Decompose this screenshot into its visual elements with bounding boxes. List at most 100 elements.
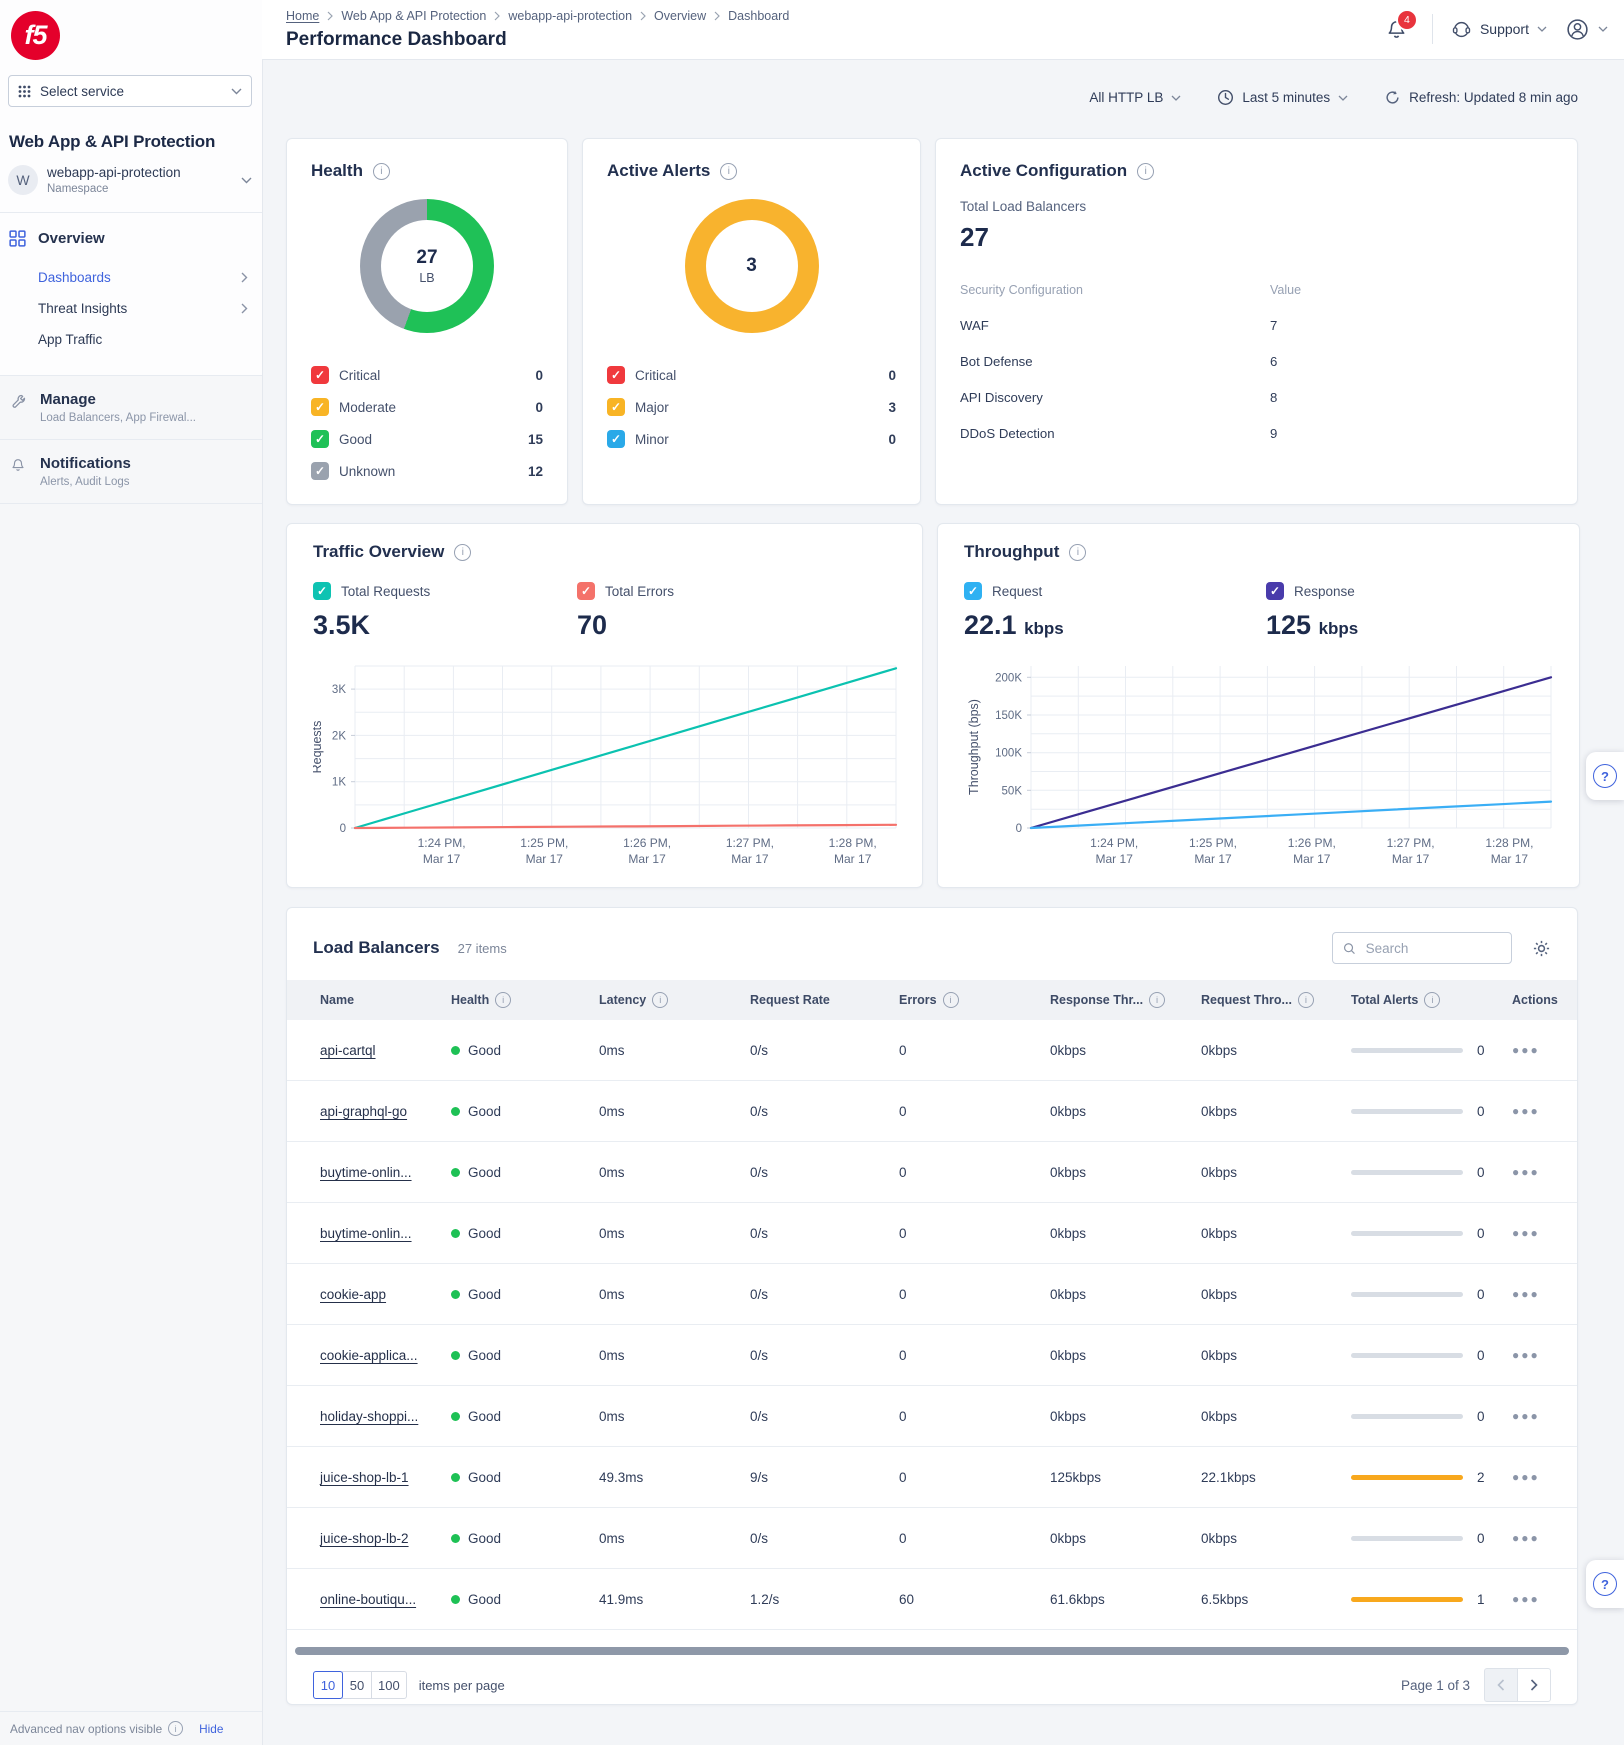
legend-checkbox[interactable]: ✓	[607, 398, 625, 416]
lb-name-link[interactable]: buytime-onlin...	[320, 1226, 412, 1241]
row-actions-button[interactable]: ●●●	[1512, 1531, 1596, 1545]
breadcrumb-item[interactable]: webapp-api-protection	[508, 9, 632, 23]
column-header-name[interactable]: Name	[320, 993, 451, 1007]
sidebar-item-notifications[interactable]: Notifications Alerts, Audit Logs	[0, 440, 262, 504]
legend-checkbox[interactable]: ✓	[607, 366, 625, 384]
row-actions-button[interactable]: ●●●	[1512, 1104, 1596, 1118]
lb-name-link[interactable]: cookie-applica...	[320, 1348, 418, 1363]
next-page-button[interactable]	[1517, 1668, 1551, 1702]
legend-checkbox[interactable]: ✓	[607, 430, 625, 448]
breadcrumb-item[interactable]: Dashboard	[728, 9, 789, 23]
search-input[interactable]	[1364, 940, 1501, 957]
column-header-total-alerts[interactable]: Total Alertsi	[1351, 992, 1512, 1008]
info-icon[interactable]: i	[652, 992, 668, 1008]
info-icon[interactable]: i	[1149, 992, 1165, 1008]
app-root: f5 Select service Web App & API Protecti…	[0, 0, 1624, 1745]
svg-text:Mar 17: Mar 17	[731, 852, 769, 866]
sidebar-item-threat-insights[interactable]: Threat Insights	[0, 293, 262, 324]
page-size-10-button[interactable]: 10	[313, 1671, 343, 1699]
svg-text:Mar 17: Mar 17	[1096, 852, 1134, 866]
lb-filter-dropdown[interactable]: All HTTP LB	[1089, 90, 1181, 105]
legend-checkbox[interactable]: ✓	[311, 462, 329, 480]
series-checkbox[interactable]: ✓	[313, 582, 331, 600]
help-button[interactable]: ?	[1586, 1560, 1624, 1608]
chevron-right-icon	[494, 11, 500, 21]
series-checkbox[interactable]: ✓	[964, 582, 982, 600]
response-throughput-cell: 0kbps	[1050, 1287, 1201, 1302]
sidebar-item-app-traffic[interactable]: App Traffic	[0, 324, 262, 355]
info-icon[interactable]: i	[1069, 544, 1086, 561]
info-icon[interactable]: i	[454, 544, 471, 561]
hide-nav-link[interactable]: Hide	[199, 1722, 223, 1736]
help-button[interactable]: ?	[1586, 752, 1624, 800]
config-col-header: Value	[1270, 283, 1301, 297]
config-value: 9	[1270, 426, 1277, 441]
f5-logo[interactable]: f5	[11, 11, 60, 60]
table-row: api-cartqlGood0ms0/s00kbps0kbps0●●●	[287, 1020, 1577, 1081]
health-cell: Good	[451, 1470, 599, 1485]
refresh-button[interactable]: Refresh: Updated 8 min ago	[1384, 89, 1578, 106]
row-actions-button[interactable]: ●●●	[1512, 1165, 1596, 1179]
legend-item: ✓Critical0	[607, 359, 896, 391]
breadcrumb-home[interactable]: Home	[286, 9, 319, 23]
response-throughput-cell: 0kbps	[1050, 1409, 1201, 1424]
row-actions-button[interactable]: ●●●	[1512, 1409, 1596, 1423]
row-actions-button[interactable]: ●●●	[1512, 1470, 1596, 1484]
column-header-health[interactable]: Healthi	[451, 992, 599, 1008]
info-icon[interactable]: i	[1424, 992, 1440, 1008]
info-icon[interactable]: i	[1137, 163, 1154, 180]
page-size-100-button[interactable]: 100	[371, 1671, 407, 1699]
legend-checkbox[interactable]: ✓	[311, 398, 329, 416]
lb-name-link[interactable]: juice-shop-lb-1	[320, 1470, 409, 1485]
errors-cell: 0	[899, 1287, 1050, 1302]
errors-cell: 60	[899, 1592, 1050, 1607]
lb-name-link[interactable]: api-graphql-go	[320, 1104, 407, 1119]
breadcrumb-item[interactable]: Web App & API Protection	[341, 9, 486, 23]
info-icon[interactable]: i	[373, 163, 390, 180]
row-actions-button[interactable]: ●●●	[1512, 1287, 1596, 1301]
namespace-selector[interactable]: W webapp-api-protection Namespace	[0, 152, 262, 213]
alerts-count: 0	[1477, 1104, 1485, 1119]
series-checkbox[interactable]: ✓	[1266, 582, 1284, 600]
series-checkbox[interactable]: ✓	[577, 582, 595, 600]
lb-name-link[interactable]: buytime-onlin...	[320, 1165, 412, 1180]
gear-icon[interactable]	[1532, 939, 1551, 958]
column-header-request-thro[interactable]: Request Thro...i	[1201, 992, 1351, 1008]
user-menu[interactable]	[1565, 17, 1608, 42]
row-actions-button[interactable]: ●●●	[1512, 1226, 1596, 1240]
row-actions-button[interactable]: ●●●	[1512, 1348, 1596, 1362]
breadcrumb-item[interactable]: Overview	[654, 9, 706, 23]
column-header-latency[interactable]: Latencyi	[599, 992, 750, 1008]
select-service-dropdown[interactable]: Select service	[8, 75, 252, 107]
legend-checkbox[interactable]: ✓	[311, 430, 329, 448]
previous-page-button[interactable]	[1484, 1668, 1518, 1702]
info-icon[interactable]: i	[943, 992, 959, 1008]
legend-checkbox[interactable]: ✓	[311, 366, 329, 384]
health-legend: ✓Critical0✓Moderate0✓Good15✓Unknown12	[311, 359, 543, 487]
column-header-response-thr[interactable]: Response Thr...i	[1050, 992, 1201, 1008]
info-icon[interactable]: i	[168, 1721, 183, 1736]
sidebar-item-manage[interactable]: Manage Load Balancers, App Firewal...	[0, 376, 262, 440]
column-header-actions[interactable]: Actions	[1512, 993, 1620, 1007]
total-alerts-cell: 0	[1351, 1531, 1512, 1546]
lb-name-link[interactable]: api-cartql	[320, 1043, 376, 1058]
sidebar-item-dashboards[interactable]: Dashboards	[0, 262, 262, 293]
support-menu[interactable]: Support	[1451, 19, 1547, 40]
info-icon[interactable]: i	[495, 992, 511, 1008]
lb-name-link[interactable]: juice-shop-lb-2	[320, 1531, 409, 1546]
info-icon[interactable]: i	[720, 163, 737, 180]
row-actions-button[interactable]: ●●●	[1512, 1592, 1596, 1606]
time-range-dropdown[interactable]: Last 5 minutes	[1217, 89, 1348, 106]
response-throughput-cell: 0kbps	[1050, 1043, 1201, 1058]
page-size-50-button[interactable]: 50	[342, 1671, 372, 1699]
row-actions-button[interactable]: ●●●	[1512, 1043, 1596, 1057]
horizontal-scrollbar[interactable]	[295, 1647, 1569, 1655]
notifications-bell-button[interactable]: 4	[1379, 16, 1414, 43]
column-header-errors[interactable]: Errorsi	[899, 992, 1050, 1008]
lb-name-link[interactable]: online-boutiqu...	[320, 1592, 416, 1607]
sidebar-item-overview[interactable]: Overview	[0, 230, 262, 247]
lb-name-link[interactable]: cookie-app	[320, 1287, 386, 1302]
column-header-request-rate[interactable]: Request Rate	[750, 993, 899, 1007]
info-icon[interactable]: i	[1298, 992, 1314, 1008]
lb-name-link[interactable]: holiday-shoppi...	[320, 1409, 418, 1424]
